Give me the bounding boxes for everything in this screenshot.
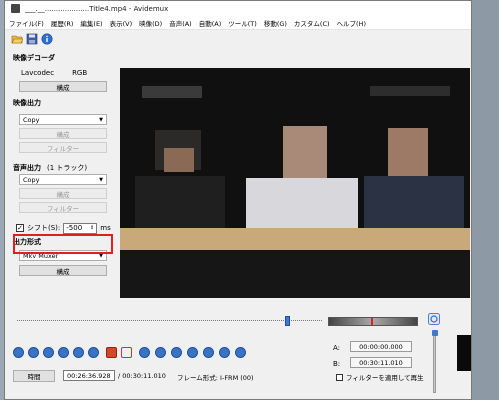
window-title: ___.__....................Title4.mp4 - A… (25, 4, 169, 13)
overlay-caption-blur (370, 86, 450, 96)
time-button[interactable]: 時間 (13, 370, 55, 382)
next-black-frame-icon[interactable] (187, 347, 198, 358)
video-codec-select[interactable]: Copy ▼ (19, 114, 107, 125)
next-keyframe-icon[interactable] (88, 347, 99, 358)
filter-playback-row: フィルターを適用して再生 (336, 372, 424, 382)
timeline-slider[interactable] (17, 316, 322, 326)
video-filter-button[interactable]: フィルター (19, 142, 107, 153)
marker-b-time: 00:30:11.010 (350, 357, 412, 368)
video-preview (120, 68, 470, 298)
filter-playback-label: フィルターを適用して再生 (346, 374, 424, 382)
prev-frame-icon[interactable] (43, 347, 54, 358)
shift-label: シフト(S): (27, 224, 61, 232)
prev-black-frame-icon[interactable] (171, 347, 182, 358)
shift-value: -500 (66, 224, 83, 232)
menu-go[interactable]: 移動(G) (264, 18, 287, 28)
person-center-face (283, 126, 327, 178)
shift-row: ✓ シフト(S): -500 ⇕ ms (13, 221, 117, 235)
volume-meter (328, 317, 418, 326)
filter-playback-checkbox[interactable] (336, 373, 343, 381)
timeline-thumb[interactable] (285, 316, 290, 326)
menu-file[interactable]: ファイル(F) (9, 18, 44, 28)
audio-track-count: (1 トラック) (47, 164, 88, 172)
title-bar: ___.__....................Title4.mp4 - A… (5, 1, 471, 16)
shift-unit: ms (100, 224, 111, 232)
marker-b-icon[interactable] (121, 347, 132, 358)
desktop-background (472, 0, 499, 400)
overlay-caption-blur (142, 86, 202, 98)
timeline-track (17, 320, 322, 323)
loop-icon[interactable] (428, 313, 440, 325)
audio-preview-box (457, 335, 471, 371)
menu-view[interactable]: 表示(V) (110, 18, 133, 28)
spin-arrows-icon[interactable]: ⇕ (90, 225, 94, 231)
save-icon[interactable] (26, 33, 38, 45)
rewind-icon[interactable] (28, 347, 39, 358)
play-icon[interactable] (13, 347, 24, 358)
video-configure-button[interactable]: 構成 (19, 128, 107, 139)
volume-slider[interactable] (433, 331, 436, 393)
audio-filter-button[interactable]: フィルター (19, 202, 107, 213)
menu-auto[interactable]: 自動(A) (199, 18, 222, 28)
last-frame-icon[interactable] (219, 347, 230, 358)
shift-checkbox[interactable]: ✓ (16, 224, 24, 232)
stop-icon[interactable] (235, 347, 246, 358)
app-window: ___.__....................Title4.mp4 - A… (4, 0, 472, 400)
decoder-configure-button[interactable]: 構成 (19, 81, 107, 92)
menu-video[interactable]: 映像(D) (139, 18, 162, 28)
total-time: / 00:30:11.010 (118, 372, 166, 380)
person-right-face (388, 128, 428, 176)
audio-codec-value: Copy (23, 175, 40, 184)
muxer-configure-button[interactable]: 構成 (19, 265, 107, 276)
video-output-heading: 映像出力 (13, 99, 41, 107)
shift-spinbox[interactable]: -500 ⇕ (63, 222, 98, 234)
menu-history[interactable]: 履歴(R) (51, 18, 74, 28)
marker-a-icon[interactable] (106, 347, 117, 358)
audio-output-heading: 音声出力 (13, 164, 41, 172)
volume-marker (371, 318, 373, 325)
info-icon[interactable] (41, 33, 53, 45)
audio-configure-button[interactable]: 構成 (19, 188, 107, 199)
open-folder-icon[interactable] (11, 33, 23, 45)
video-codec-value: Copy (23, 115, 40, 124)
menu-audio[interactable]: 音声(A) (169, 18, 192, 28)
person-right-body (364, 176, 464, 236)
prev-keyframe-icon[interactable] (73, 347, 84, 358)
go-marker-b-icon[interactable] (155, 347, 166, 358)
chevron-down-icon: ▼ (99, 116, 103, 123)
next-frame-icon[interactable] (58, 347, 69, 358)
menu-custom[interactable]: カスタム(C) (294, 18, 330, 28)
toolbar (5, 30, 471, 47)
marker-a-time: 00:00:00.000 (350, 341, 412, 352)
person-left-body (135, 176, 225, 236)
decoder-format-label: RGB (72, 69, 88, 77)
menu-tools[interactable]: ツール(T) (228, 18, 257, 28)
shift-highlight-box (13, 234, 113, 254)
menu-edit[interactable]: 編集(E) (80, 18, 102, 28)
frame-type: フレーム形式: I-FRM (00) (177, 374, 254, 382)
menu-bar: ファイル(F) 履歴(R) 編集(E) 表示(V) 映像(D) 音声(A) 自動… (5, 16, 471, 30)
decoder-codec-label: Lavcodec (21, 69, 55, 77)
current-time-field[interactable]: 00:26:36.928 (63, 370, 115, 381)
audio-codec-select[interactable]: Copy ▼ (19, 174, 107, 185)
first-frame-icon[interactable] (203, 347, 214, 358)
marker-a-label: A: (333, 344, 341, 352)
chevron-down-icon: ▼ (99, 176, 103, 183)
marker-b-label: B: (333, 360, 341, 368)
desk-front (120, 250, 470, 298)
desk-nameplates (120, 228, 470, 250)
app-icon (11, 4, 20, 13)
person-left-face (164, 148, 194, 172)
video-decoder-heading: 映像デコーダ (13, 54, 55, 62)
volume-slider-thumb[interactable] (432, 330, 438, 336)
go-marker-a-icon[interactable] (139, 347, 150, 358)
menu-help[interactable]: ヘルプ(H) (337, 18, 366, 28)
